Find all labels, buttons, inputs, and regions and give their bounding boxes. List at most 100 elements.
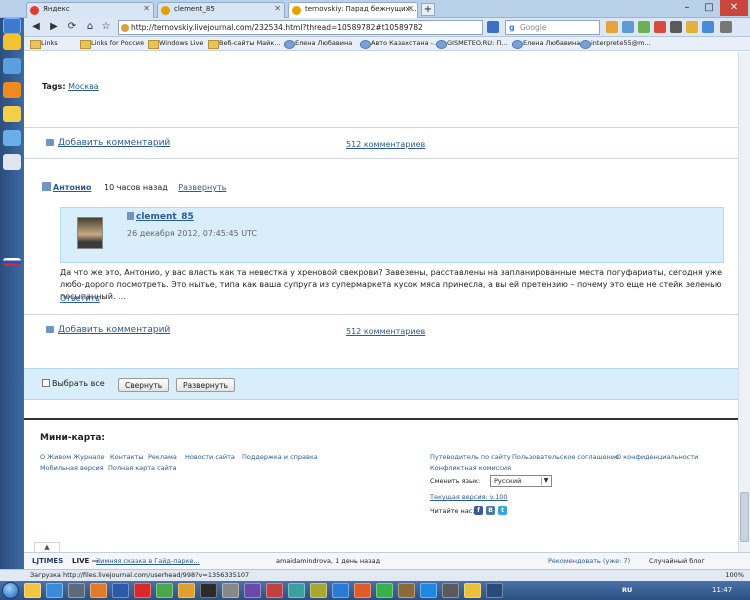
keyboard-language[interactable]: RU xyxy=(622,586,632,594)
download-icon[interactable] xyxy=(3,58,21,74)
app-icon[interactable] xyxy=(354,583,371,598)
comment-count-link[interactable]: 512 комментариев xyxy=(346,327,425,336)
minimize-button[interactable]: – xyxy=(676,0,698,16)
comment-author-link[interactable]: Антонио xyxy=(53,183,91,192)
expand-button[interactable]: Развернуть xyxy=(176,378,236,392)
avatar[interactable] xyxy=(77,217,103,249)
footer-link[interactable]: О конфиденциальности xyxy=(616,453,698,461)
addon-icon[interactable] xyxy=(670,21,682,33)
cloud-icon[interactable] xyxy=(3,130,21,146)
footer-link[interactable]: Реклама xyxy=(148,453,177,461)
footer-link[interactable]: Конфликтная комиссия xyxy=(430,464,511,472)
bookmark-item[interactable]: Windows Live xyxy=(148,39,203,49)
app-icon[interactable] xyxy=(156,583,173,598)
addon-icon[interactable] xyxy=(638,21,650,33)
back-button[interactable]: ◀ xyxy=(30,21,42,33)
select-all-checkbox[interactable]: Выбрать все xyxy=(42,379,105,388)
bookmark-item[interactable]: Links xyxy=(30,39,58,49)
app-icon[interactable] xyxy=(398,583,415,598)
menu-icon[interactable] xyxy=(720,21,732,33)
facebook-icon[interactable]: f xyxy=(474,506,483,515)
star-icon[interactable] xyxy=(3,34,21,50)
app-icon[interactable] xyxy=(266,583,283,598)
bookmark-item[interactable]: Авто Казахстана -... xyxy=(360,39,439,49)
live-news-link[interactable]: Зимняя сказка в Гайд-парке... xyxy=(96,557,200,565)
bookmark-item[interactable]: Елена Любавина xyxy=(284,39,352,49)
live-news-author[interactable]: amaidamindrova, 1 день назад xyxy=(276,557,380,565)
scroll-up-icon[interactable]: ▲ xyxy=(34,542,60,552)
expand-thread-link[interactable]: Развернуть xyxy=(178,183,226,192)
bookmark-item[interactable]: Веб-сайты Майк... xyxy=(208,39,281,49)
app-icon[interactable] xyxy=(464,583,481,598)
app-icon[interactable] xyxy=(178,583,195,598)
bookmark-item[interactable]: interprete55@m... xyxy=(580,39,651,49)
app-icon[interactable] xyxy=(288,583,305,598)
app-icon[interactable] xyxy=(244,583,261,598)
clock[interactable]: 11:47 xyxy=(712,586,732,594)
app-icon[interactable] xyxy=(332,583,349,598)
explorer-icon[interactable] xyxy=(24,583,41,598)
smile-icon[interactable] xyxy=(3,18,21,34)
add-comment-link[interactable]: Добавить комментарий xyxy=(46,325,170,335)
version-link[interactable]: Текущая версия: v.100 xyxy=(430,493,508,501)
tab-clement[interactable]: clement_85 ✕ xyxy=(157,2,285,18)
comment-count-link[interactable]: 512 комментариев xyxy=(346,140,425,149)
opera-icon[interactable] xyxy=(134,583,151,598)
addon-icon[interactable] xyxy=(487,21,499,33)
bookmark-item[interactable]: GISMETEO.RU: П... xyxy=(436,39,507,49)
firefox-icon[interactable] xyxy=(90,583,107,598)
new-tab-button[interactable]: + xyxy=(421,3,435,16)
tab-yandex[interactable]: Яндекс ✕ xyxy=(26,2,154,18)
vkontakte-icon[interactable]: В xyxy=(486,506,495,515)
zoom-level[interactable]: 100% xyxy=(725,571,744,579)
add-comment-link[interactable]: Добавить комментарий xyxy=(46,138,170,148)
scrollbar[interactable] xyxy=(738,52,750,560)
reload-button[interactable]: ⟳ xyxy=(66,21,78,33)
footer-link[interactable]: Новости сайта xyxy=(185,453,235,461)
app-icon[interactable] xyxy=(310,583,327,598)
footer-link[interactable]: Контакты xyxy=(110,453,143,461)
app-icon[interactable] xyxy=(442,583,459,598)
random-blog-link[interactable]: Случайный блог xyxy=(649,557,705,565)
rss-icon[interactable] xyxy=(3,82,21,98)
media-icon[interactable] xyxy=(68,583,85,598)
app-icon[interactable] xyxy=(222,583,239,598)
addon-icon[interactable] xyxy=(654,21,666,33)
app-icon[interactable] xyxy=(486,583,503,598)
bookmark-item[interactable]: Links for Россия xyxy=(80,39,144,49)
notes-icon[interactable] xyxy=(3,106,21,122)
footer-link[interactable]: Пользовательское соглашение xyxy=(512,453,619,461)
reply-author[interactable]: clement_85 xyxy=(127,212,194,222)
scrollbar-thumb[interactable] xyxy=(740,492,749,542)
search-input[interactable]: g Google xyxy=(505,20,600,35)
close-icon[interactable]: ✕ xyxy=(143,4,150,13)
ie-icon[interactable] xyxy=(46,583,63,598)
reply-link[interactable]: Ответить xyxy=(60,294,100,303)
chevron-down-icon[interactable]: ▼ xyxy=(541,477,550,485)
addon-icon[interactable] xyxy=(686,21,698,33)
twitter-icon[interactable]: t xyxy=(498,506,507,515)
close-window-button[interactable]: ✕ xyxy=(720,0,748,16)
close-icon[interactable]: ✕ xyxy=(407,4,414,13)
forward-button[interactable]: ▶ xyxy=(48,21,60,33)
footer-link[interactable]: Путеводитель по сайту xyxy=(430,453,511,461)
tag-link[interactable]: Москва xyxy=(68,82,99,91)
ljtimes-logo[interactable]: LJTIMES xyxy=(32,557,63,565)
bookmark-item[interactable]: Елена Любавина xyxy=(512,39,580,49)
start-button[interactable] xyxy=(2,582,19,599)
maximize-button[interactable]: □ xyxy=(698,0,720,16)
disk-icon[interactable] xyxy=(3,154,21,170)
app-icon[interactable] xyxy=(200,583,217,598)
collapse-button[interactable]: Свернуть xyxy=(118,378,170,392)
bookmark-star-button[interactable]: ☆ xyxy=(100,21,112,33)
skype-icon[interactable] xyxy=(420,583,437,598)
footer-link[interactable]: Мобильная версия xyxy=(40,464,104,472)
checkbox[interactable] xyxy=(42,379,50,387)
footer-link[interactable]: Поддержка и справка xyxy=(242,453,318,461)
addon-icon[interactable] xyxy=(702,21,714,33)
word-icon[interactable] xyxy=(112,583,129,598)
addon-icon[interactable] xyxy=(622,21,634,33)
footer-link[interactable]: Полная карта сайта xyxy=(108,464,177,472)
recommend-link[interactable]: Рекомендовать (уже: 7) xyxy=(548,557,630,565)
app-icon[interactable] xyxy=(376,583,393,598)
